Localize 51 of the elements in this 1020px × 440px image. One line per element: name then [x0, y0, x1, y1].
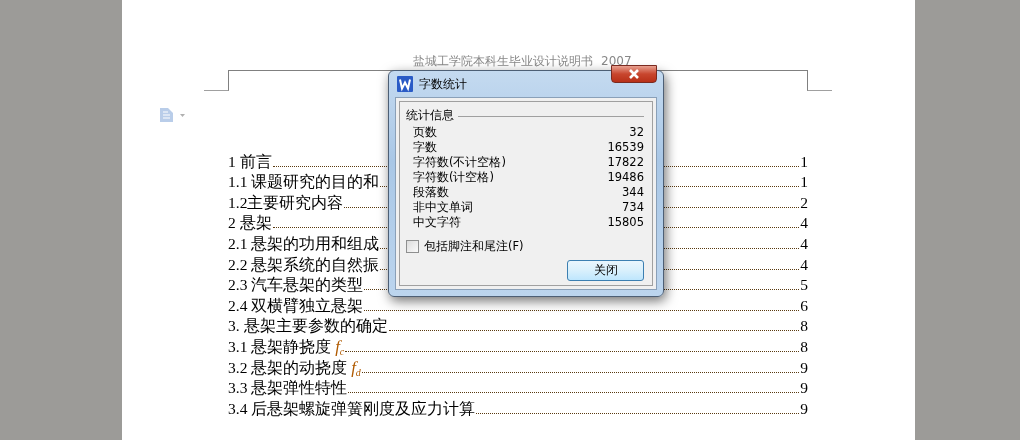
toc-page-number: 5: [800, 276, 808, 295]
toc-entry-title: 3. 悬架主要参数的确定: [228, 317, 388, 336]
toc-page-number: 6: [800, 296, 808, 315]
stat-label: 字数: [413, 140, 437, 155]
stat-label: 段落数: [413, 185, 449, 200]
stat-label: 非中文单词: [413, 200, 473, 215]
page-header: 盐城工学院本科生毕业设计说明书 2007: [412, 53, 633, 69]
toc-entry-title: 2.3 汽车悬架的类型: [228, 276, 364, 295]
toc-entry-title: 2 悬架: [228, 214, 272, 233]
stat-label: 字符数(不计空格): [413, 155, 506, 170]
toc-entry-title: 3.2 悬架的动挠度 f$_{d}$: [228, 358, 361, 377]
toc-entry-title: 1 前言: [228, 152, 272, 171]
dialog-title: 字数统计: [419, 75, 468, 93]
close-dialog-button[interactable]: 关闭: [567, 260, 644, 281]
close-button[interactable]: [611, 65, 657, 83]
checkbox[interactable]: [406, 240, 419, 253]
toc-page-number: 4: [800, 255, 808, 274]
checkbox-label[interactable]: 包括脚注和尾注(F): [424, 239, 524, 254]
stat-value: 734: [622, 200, 644, 215]
close-icon: [628, 69, 640, 79]
stat-label: 页数: [413, 125, 437, 140]
toc-entry-title: 1.1 课题研究的目的和: [228, 173, 380, 192]
toc-page-number: 2: [800, 193, 808, 212]
stat-value: 344: [622, 185, 644, 200]
toc-page-number: 9: [800, 358, 808, 377]
stat-value: 15805: [607, 215, 644, 230]
toc-entry-title: 2.2 悬架系统的自然振: [228, 255, 380, 274]
toc-entry-title: 2.1 悬架的功用和组成: [228, 234, 380, 253]
stat-value: 16539: [607, 140, 644, 155]
document-icon[interactable]: [160, 108, 186, 122]
stat-value: 19486: [607, 170, 644, 185]
stat-value: 17822: [607, 155, 644, 170]
toc-page-number: 1: [800, 152, 808, 171]
toc-page-number: 8: [800, 317, 808, 336]
toc-entry-title: 2.4 双横臂独立悬架: [228, 296, 364, 315]
stat-value: 32: [629, 125, 644, 140]
toc-entry-title: 3.4 后悬架螺旋弹簧刚度及应力计算: [228, 399, 476, 418]
stat-label: 中文字符: [413, 215, 461, 230]
app-logo-icon: [397, 76, 413, 92]
toc-entry-title: 3.1 悬架静挠度 f$_{c}$: [228, 337, 345, 356]
stat-label: 字符数(计空格): [413, 170, 494, 185]
toc-page-number: 4: [800, 214, 808, 233]
toc-page-number: 4: [800, 234, 808, 253]
toc-page-number: 1: [800, 173, 808, 192]
crop-mark: [807, 70, 832, 91]
group-label: 统计信息: [406, 108, 454, 123]
toc-page-number: 9: [800, 399, 808, 418]
toc-page-number: 9: [800, 379, 808, 398]
toc-entry-title: 1.2主要研究内容: [228, 193, 344, 212]
toc-page-number: 8: [800, 337, 808, 356]
toc-entry-title: 3.3 悬架弹性特性: [228, 379, 348, 398]
